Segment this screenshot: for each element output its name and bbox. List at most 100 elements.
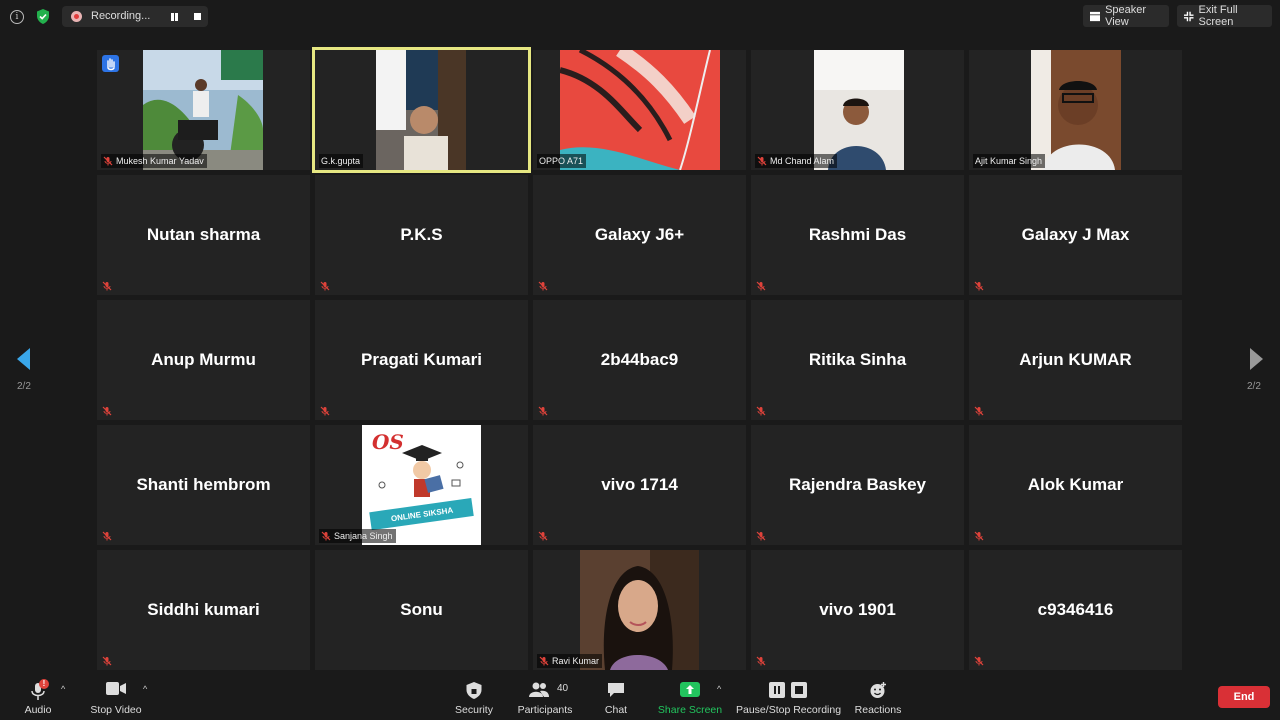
participant-name-label: OPPO A71 xyxy=(537,154,587,168)
speaker-view-button[interactable]: Speaker View xyxy=(1083,4,1169,28)
audio-label: Audio xyxy=(24,704,52,716)
muted-mic-icon xyxy=(103,156,113,166)
participant-video-feed xyxy=(1031,50,1121,170)
participant-tile[interactable]: Shanti hembrom xyxy=(97,425,310,545)
participant-name: Pragati Kumari xyxy=(361,350,482,369)
participant-name: Ritika Sinha xyxy=(808,350,907,369)
participant-tile[interactable]: 2b44bac9 xyxy=(533,300,746,420)
chat-button[interactable]: Chat xyxy=(596,674,636,720)
participant-tile[interactable]: Sonu xyxy=(315,550,528,670)
speaker-view-icon xyxy=(1090,11,1101,21)
meeting-topbar: i Recording... Speaker View Exit Full Sc… xyxy=(0,0,1280,36)
participant-tile[interactable]: OS ONLINE SIKSHA Sanjana Singh xyxy=(315,425,528,545)
participant-name-label: G.k.gupta xyxy=(319,154,364,168)
participant-tile[interactable]: Md Chand Alam xyxy=(751,50,964,170)
next-page-arrow-icon[interactable] xyxy=(1250,348,1263,370)
pause-recording-icon[interactable] xyxy=(170,13,179,21)
recording-indicator: Recording... xyxy=(62,6,208,27)
video-options-chevron-icon[interactable]: ^ xyxy=(143,684,147,694)
reactions-button[interactable]: Reactions xyxy=(852,674,904,720)
participant-tile[interactable]: Ajit Kumar Singh xyxy=(969,50,1182,170)
end-meeting-button[interactable]: End xyxy=(1218,686,1270,708)
participant-tile[interactable]: c9346416 xyxy=(969,550,1182,670)
participant-tile[interactable]: Anup Murmu xyxy=(97,300,310,420)
muted-mic-icon xyxy=(102,281,112,291)
participant-name-label: Md Chand Alam xyxy=(755,154,838,168)
audio-button[interactable]: ! Audio xyxy=(18,674,58,720)
participant-name-label: Ravi Kumar xyxy=(537,654,603,668)
muted-mic-icon xyxy=(974,281,984,291)
participant-name: P.K.S xyxy=(400,225,443,244)
participant-tile[interactable]: Galaxy J6+ xyxy=(533,175,746,295)
online-siksha-logo: OS ONLINE SIKSHA xyxy=(362,425,481,545)
participant-name-label: Mukesh Kumar Yadav xyxy=(101,154,207,168)
participant-name: Anup Murmu xyxy=(151,350,256,369)
participant-tile[interactable]: Rajendra Baskey xyxy=(751,425,964,545)
participant-name: Rajendra Baskey xyxy=(788,475,927,494)
participant-tile[interactable]: Pragati Kumari xyxy=(315,300,528,420)
participant-tile[interactable]: Alok Kumar xyxy=(969,425,1182,545)
participant-video-feed xyxy=(376,50,466,170)
participant-tile[interactable]: vivo 1714 xyxy=(533,425,746,545)
muted-mic-icon xyxy=(538,406,548,416)
participant-tile-active-speaker[interactable]: G.k.gupta xyxy=(312,47,531,173)
participants-button[interactable]: 40 Participants xyxy=(516,674,574,720)
stop-video-label: Stop Video xyxy=(90,704,142,716)
muted-mic-icon xyxy=(102,656,112,666)
participant-tile[interactable]: OPPO A71 xyxy=(533,50,746,170)
participant-name: Nutan sharma xyxy=(146,225,261,244)
previous-page-arrow-icon[interactable] xyxy=(17,348,30,370)
pause-stop-recording-label: Pause/Stop Recording xyxy=(736,704,842,716)
audio-warning-badge: ! xyxy=(39,679,49,689)
participant-tile[interactable]: Mukesh Kumar Yadav xyxy=(97,50,310,170)
participant-tile[interactable]: P.K.S xyxy=(315,175,528,295)
participant-video-feed xyxy=(814,50,904,170)
participant-tile[interactable]: Ritika Sinha xyxy=(751,300,964,420)
muted-mic-icon xyxy=(321,531,331,541)
participant-name: Siddhi kumari xyxy=(147,600,260,619)
participant-name: Rashmi Das xyxy=(808,225,907,244)
share-screen-label: Share Screen xyxy=(657,704,723,716)
audio-options-chevron-icon[interactable]: ^ xyxy=(61,684,65,694)
svg-text:OS: OS xyxy=(372,430,404,454)
stop-recording-icon[interactable] xyxy=(194,13,201,20)
exit-fullscreen-button[interactable]: Exit Full Screen xyxy=(1177,4,1272,28)
info-icon[interactable]: i xyxy=(10,10,24,24)
participant-name: Arjun KUMAR xyxy=(1019,350,1132,369)
participant-tile[interactable]: Arjun KUMAR xyxy=(969,300,1182,420)
participant-name: Alok Kumar xyxy=(1027,475,1124,494)
muted-mic-icon xyxy=(538,531,548,541)
share-screen-button[interactable]: Share Screen xyxy=(656,674,724,720)
share-options-chevron-icon[interactable]: ^ xyxy=(717,684,721,694)
pause-stop-recording-button[interactable]: Pause/Stop Recording xyxy=(736,674,842,720)
participant-tile[interactable]: Nutan sharma xyxy=(97,175,310,295)
participant-tile[interactable]: Ravi Kumar xyxy=(533,550,746,670)
participant-tile[interactable]: Galaxy J Max xyxy=(969,175,1182,295)
encryption-shield-icon[interactable] xyxy=(36,9,50,29)
participants-count: 40 xyxy=(557,683,569,694)
participant-tile[interactable]: Rashmi Das xyxy=(751,175,964,295)
participant-name: vivo 1901 xyxy=(819,600,896,619)
muted-mic-icon xyxy=(756,281,766,291)
security-button[interactable]: Security xyxy=(450,674,498,720)
recording-dot-icon xyxy=(71,11,82,22)
chat-bubble-icon xyxy=(608,683,624,697)
muted-mic-icon xyxy=(757,156,767,166)
muted-mic-icon xyxy=(974,531,984,541)
page-indicator-right: 2/2 xyxy=(1247,381,1261,392)
participants-label: Participants xyxy=(517,704,573,716)
participant-tile[interactable]: Siddhi kumari xyxy=(97,550,310,670)
exit-fullscreen-icon xyxy=(1184,11,1194,21)
participants-icon xyxy=(529,682,549,697)
muted-mic-icon xyxy=(539,656,549,666)
muted-mic-icon xyxy=(102,531,112,541)
security-label: Security xyxy=(455,704,493,716)
stop-video-button[interactable]: Stop Video xyxy=(86,674,146,720)
participant-tile[interactable]: vivo 1901 xyxy=(751,550,964,670)
participant-video-feed xyxy=(580,550,699,670)
muted-mic-icon xyxy=(974,656,984,666)
participant-name: Galaxy J Max xyxy=(1021,225,1130,244)
recording-status-text: Recording... xyxy=(91,10,151,22)
share-screen-icon xyxy=(680,682,700,697)
security-shield-icon xyxy=(466,682,482,699)
